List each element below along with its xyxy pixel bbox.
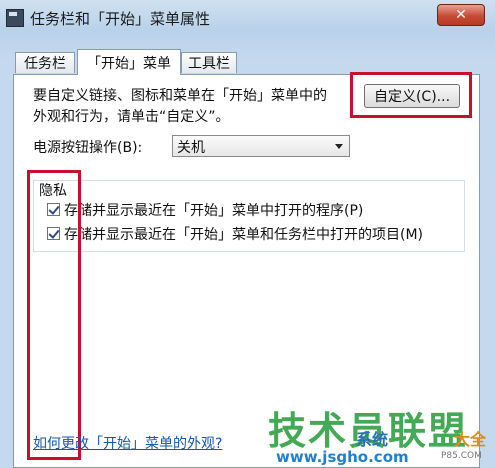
highlight-box-privacy — [27, 170, 81, 460]
power-button-select[interactable]: 关机 — [172, 135, 350, 157]
close-button[interactable]: ✕ — [437, 4, 485, 26]
recent-items-label[interactable]: 存储并显示最近在「开始」菜单和任务栏中打开的项目(M) — [64, 224, 423, 244]
watermark: 技术员联盟 系统 大全 www.jsgho.com P85.COM — [268, 400, 495, 468]
window-app-icon — [6, 9, 24, 27]
customize-description-line2: 外观和行为，请单击“自定义”。 — [33, 109, 230, 125]
tab-toolbars[interactable]: 工具栏 — [181, 52, 237, 73]
close-icon: ✕ — [455, 7, 467, 23]
customize-description-line1: 要自定义链接、图标和菜单在「开始」菜单中的 — [33, 88, 327, 104]
recent-programs-label[interactable]: 存储并显示最近在「开始」菜单中打开的程序(P) — [64, 200, 363, 220]
watermark-tiny: P85.COM — [441, 451, 482, 461]
highlight-box-customize — [350, 72, 472, 118]
power-button-label: 电源按钮操作(B): — [33, 140, 143, 156]
help-link[interactable]: 如何更改「开始」菜单的外观? — [33, 433, 222, 453]
watermark-sub1: 系统 — [356, 430, 389, 449]
tab-start-menu[interactable]: 「开始」菜单 — [77, 49, 181, 75]
window-title: 任务栏和「开始」菜单属性 — [30, 10, 211, 28]
customize-description: 要自定义链接、图标和菜单在「开始」菜单中的 外观和行为，请单击“自定义”。 — [33, 86, 353, 128]
tab-taskbar[interactable]: 任务栏 — [15, 52, 75, 73]
watermark-url: www.jsgho.com — [276, 448, 409, 466]
watermark-sub2: 大全 — [454, 430, 487, 449]
title-bar[interactable]: 任务栏和「开始」菜单属性 ✕ — [0, 0, 495, 34]
dropdown-arrow-icon — [335, 144, 343, 149]
properties-dialog: 任务栏和「开始」菜单属性 ✕ 任务栏 「开始」菜单 工具栏 要自定义链接、图标和… — [0, 0, 495, 468]
power-button-value: 关机 — [177, 140, 205, 156]
